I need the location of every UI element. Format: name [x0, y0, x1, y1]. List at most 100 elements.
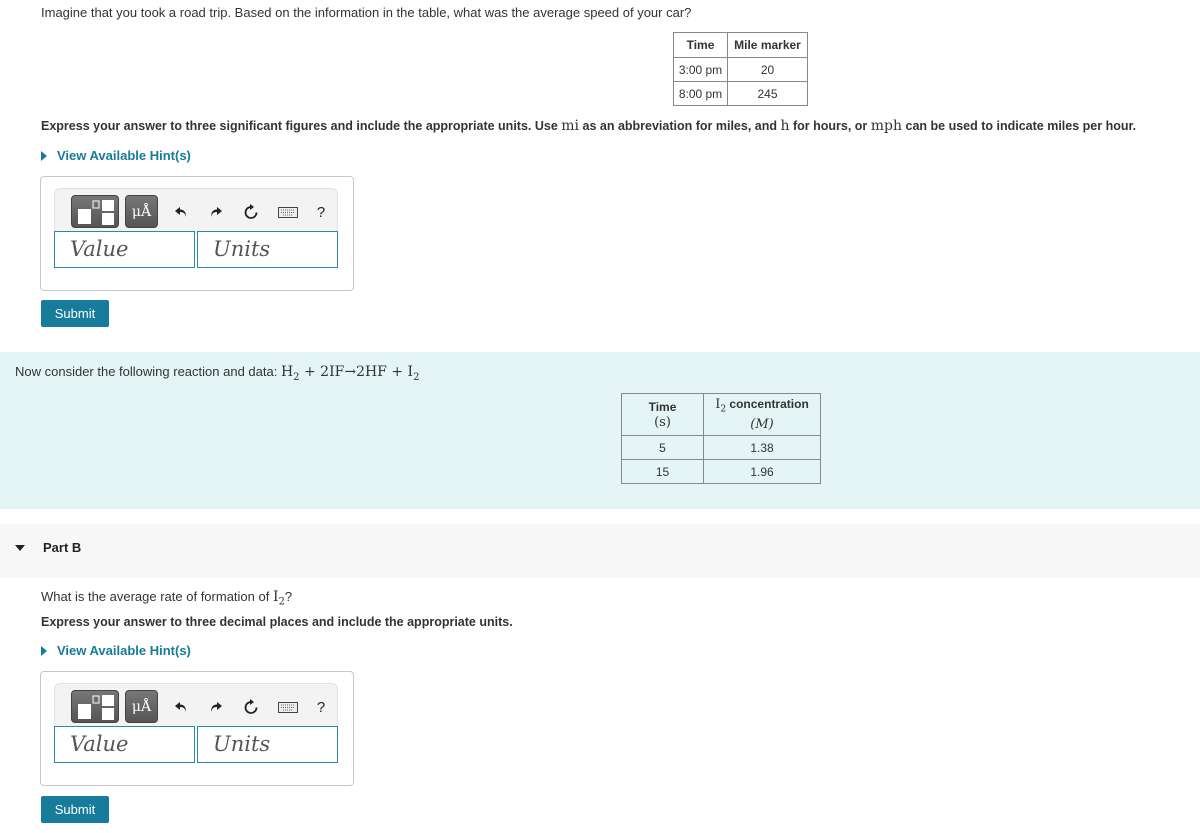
view-hints-link[interactable]: View Available Hint(s) — [41, 148, 191, 163]
table-header-row: Time (s) I2 concentration (M) — [621, 392, 821, 437]
reset-icon — [244, 204, 258, 219]
eq-arrow: → — [344, 364, 357, 380]
table-header-concentration: I2 concentration (M) — [703, 392, 821, 437]
question-text: What is the average rate of formation of — [41, 589, 273, 604]
table-header-row: Time Mile marker — [673, 32, 808, 58]
instruction-text: for hours, or — [789, 119, 871, 133]
help-button[interactable]: ? — [313, 684, 329, 730]
eq-plus: + — [299, 364, 321, 380]
header-unit: (M) — [750, 417, 774, 433]
caret-right-icon — [41, 645, 47, 656]
table-cell: 1.38 — [703, 435, 821, 461]
units-input[interactable]: Units — [197, 726, 338, 763]
reset-button[interactable] — [240, 189, 262, 235]
question-text: ? — [284, 589, 293, 604]
table-row: 15 1.96 — [621, 459, 821, 485]
instruction-text: can be used to indicate miles per hour. — [902, 119, 1137, 133]
undo-button[interactable] — [170, 189, 192, 235]
eq-2if: 2IF — [320, 364, 345, 380]
help-button[interactable]: ? — [313, 189, 329, 235]
eq-2hf: 2HF — [356, 364, 387, 380]
part-b-title: Part B — [43, 540, 82, 555]
reset-icon — [244, 699, 258, 714]
redo-icon — [211, 207, 222, 217]
templates-button[interactable] — [71, 195, 119, 228]
answer-box: μÅ ? Value Units — [40, 176, 354, 291]
help-icon: ? — [316, 203, 326, 221]
table-header: Mile marker — [727, 32, 808, 58]
templates-button[interactable] — [71, 690, 119, 723]
help-icon: ? — [316, 698, 326, 716]
table-cell: 20 — [727, 57, 808, 82]
units-placeholder: Units — [213, 732, 271, 756]
reaction-equation: H2 + 2IF→2HF + I2 — [280, 364, 420, 383]
header-unit: (s) — [654, 414, 671, 430]
eq-h2: H — [280, 364, 294, 380]
reaction-intro: Now consider the following reaction and … — [15, 364, 419, 383]
redo-icon — [211, 702, 222, 712]
templates-icon — [78, 695, 114, 720]
mile-marker-table: Time Mile marker 3:00 pm 20 8:00 pm 245 — [673, 32, 808, 106]
unit-mph: mph — [870, 118, 903, 134]
reset-button[interactable] — [240, 684, 262, 730]
eq-sub: 2 — [413, 371, 420, 383]
table-cell: 1.96 — [703, 459, 821, 485]
keyboard-button[interactable] — [276, 189, 300, 235]
part-b-header[interactable]: Part B — [0, 524, 1200, 578]
part-a-question: Imagine that you took a road trip. Based… — [41, 5, 692, 20]
table-cell: 245 — [727, 81, 808, 106]
table-row: 8:00 pm 245 — [673, 81, 808, 106]
value-input[interactable]: Value — [54, 231, 195, 268]
instruction-text: Express your answer to three significant… — [41, 119, 562, 133]
table-header-time: Time (s) — [621, 392, 704, 437]
units-input[interactable]: Units — [197, 231, 338, 268]
units-placeholder: Units — [213, 237, 271, 261]
table-cell: 15 — [621, 459, 704, 485]
instruction-text: as an abbreviation for miles, and — [579, 119, 781, 133]
units-button[interactable]: μÅ — [125, 690, 158, 723]
value-placeholder: Value — [70, 237, 129, 261]
undo-button[interactable] — [170, 684, 192, 730]
redo-button[interactable] — [205, 684, 227, 730]
undo-icon — [175, 207, 186, 217]
keyboard-button[interactable] — [276, 684, 300, 730]
view-hints-label: View Available Hint(s) — [57, 148, 191, 163]
reaction-intro-text: Now consider the following reaction and … — [15, 364, 281, 379]
table-row: 3:00 pm 20 — [673, 57, 808, 82]
answer-toolbar: μÅ ? — [54, 683, 338, 729]
table-cell: 3:00 pm — [673, 57, 728, 82]
view-hints-link[interactable]: View Available Hint(s) — [41, 643, 191, 658]
value-input[interactable]: Value — [54, 726, 195, 763]
templates-icon — [78, 200, 114, 225]
units-icon: μÅ — [131, 698, 152, 715]
eq-plus: + — [386, 364, 408, 380]
redo-button[interactable] — [205, 189, 227, 235]
units-button[interactable]: μÅ — [125, 195, 158, 228]
caret-down-icon — [15, 545, 25, 551]
table-cell: 8:00 pm — [673, 81, 728, 106]
table-row: 5 1.38 — [621, 435, 821, 461]
caret-right-icon — [41, 150, 47, 161]
part-b-question: What is the average rate of formation of… — [41, 589, 292, 608]
answer-toolbar: μÅ ? — [54, 188, 338, 234]
table-header: Time — [673, 32, 728, 58]
header-label: I2 concentration — [710, 396, 814, 417]
keyboard-icon — [278, 701, 298, 713]
submit-button[interactable]: Submit — [41, 796, 109, 823]
header-text: concentration — [726, 397, 809, 411]
undo-icon — [175, 702, 186, 712]
table-cell: 5 — [621, 435, 704, 461]
reaction-info-band: Now consider the following reaction and … — [0, 352, 1200, 509]
keyboard-icon — [278, 206, 298, 218]
header-label: Time — [648, 399, 677, 414]
answer-box: μÅ ? Value Units — [40, 671, 354, 786]
unit-h: h — [780, 118, 790, 134]
submit-button[interactable]: Submit — [41, 300, 109, 327]
units-icon: μÅ — [131, 203, 152, 220]
unit-mi: mi — [561, 118, 580, 134]
concentration-table: Time (s) I2 concentration (M) 5 1.38 15 … — [621, 392, 821, 485]
view-hints-label: View Available Hint(s) — [57, 643, 191, 658]
value-placeholder: Value — [70, 732, 129, 756]
part-a-instruction: Express your answer to three significant… — [41, 118, 1136, 134]
part-b-instruction: Express your answer to three decimal pla… — [41, 615, 513, 629]
